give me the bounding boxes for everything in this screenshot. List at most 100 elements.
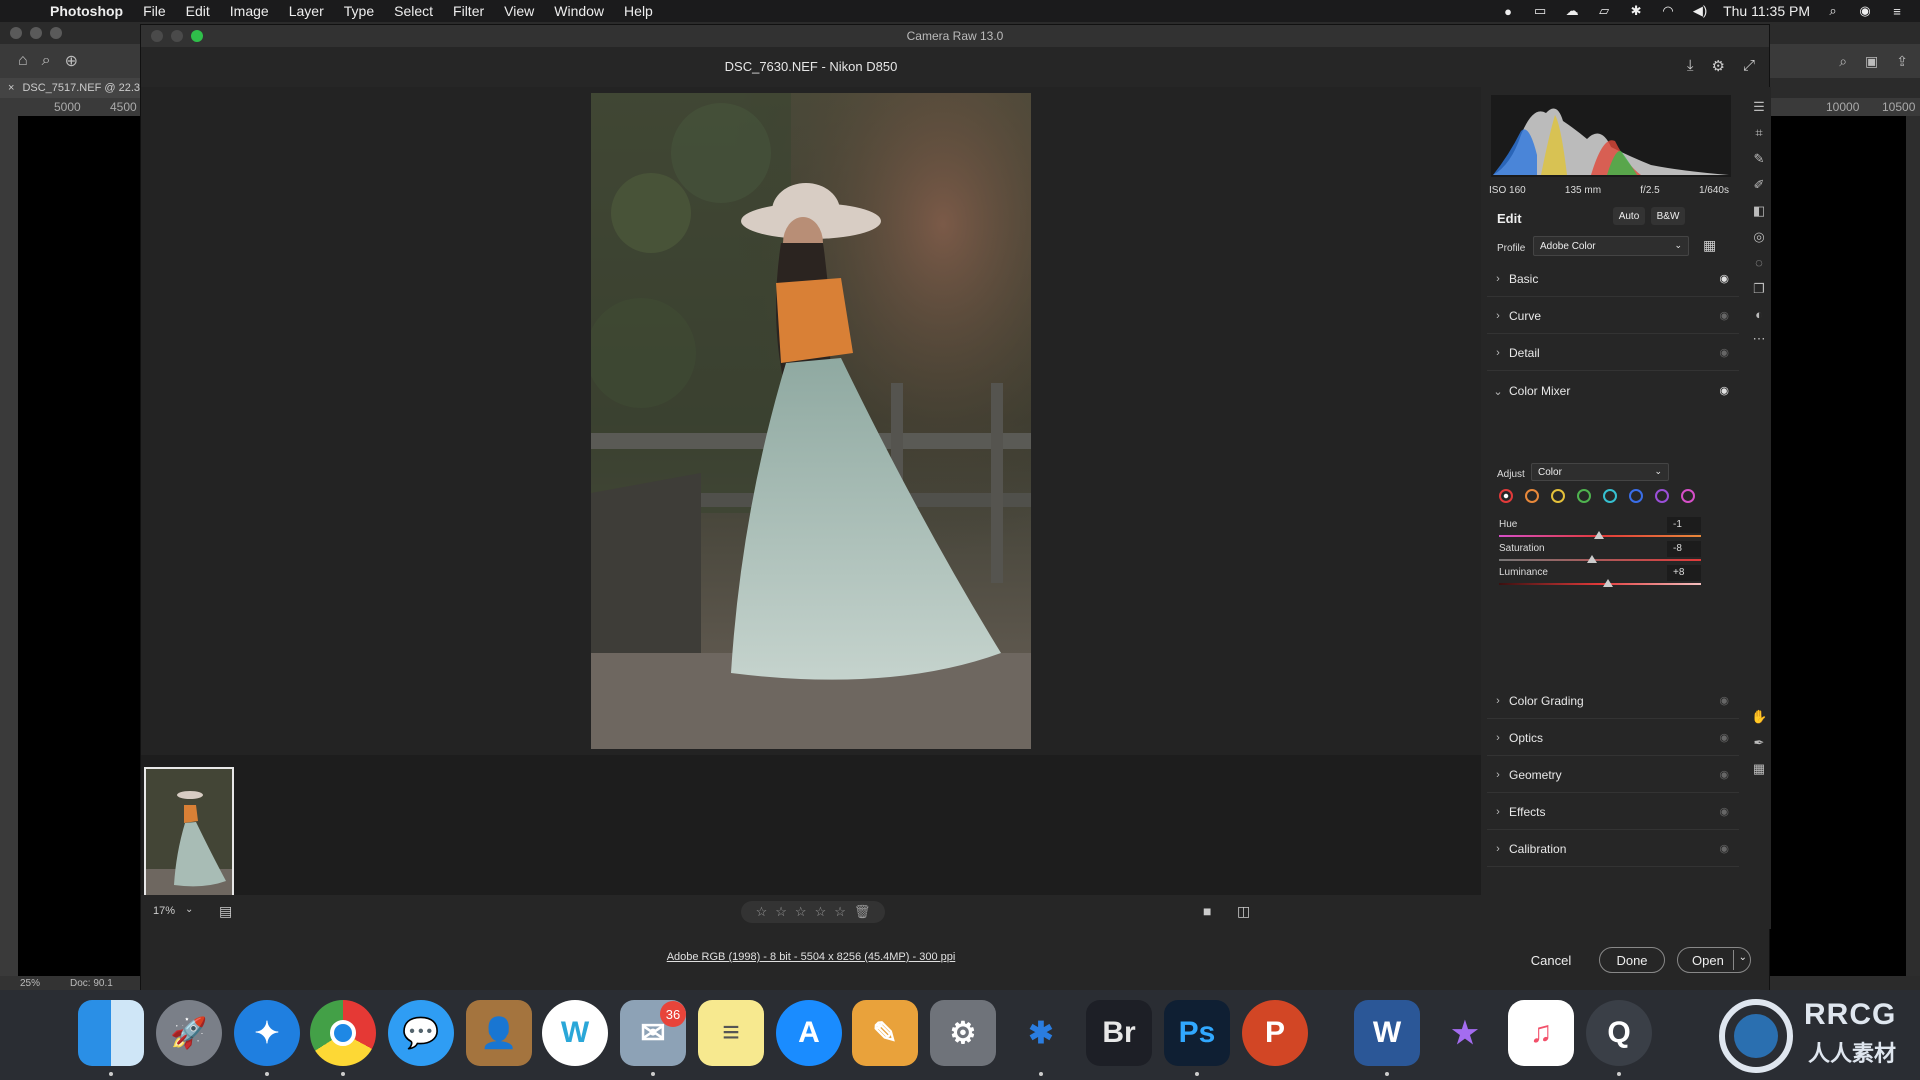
more-icon[interactable]: ⋯ bbox=[1751, 331, 1767, 347]
star-icon[interactable]: ☆ bbox=[834, 904, 846, 920]
menu-filter[interactable]: Filter bbox=[443, 3, 494, 19]
color-swatch[interactable] bbox=[1551, 489, 1565, 503]
red-eye-icon[interactable]: ◌ bbox=[1751, 255, 1767, 271]
slider-track[interactable] bbox=[1499, 583, 1701, 585]
panel-scrollbar[interactable] bbox=[1906, 116, 1920, 976]
black-white-button[interactable]: B&W bbox=[1651, 207, 1685, 225]
healing-icon[interactable]: ✎ bbox=[1751, 151, 1767, 167]
auto-button[interactable]: Auto bbox=[1613, 207, 1645, 225]
share-icon[interactable]: ⇪ bbox=[1896, 53, 1908, 70]
workflow-options-link[interactable]: Adobe RGB (1998) - 8 bit - 5504 x 8256 (… bbox=[141, 951, 1481, 963]
bluetooth-icon[interactable]: ✱ bbox=[1627, 3, 1645, 18]
snapshots-icon[interactable]: ❐ bbox=[1751, 281, 1767, 297]
minimize-window-button[interactable] bbox=[30, 27, 42, 39]
music-icon[interactable]: ♫ bbox=[1508, 1000, 1574, 1066]
edit-sliders-icon[interactable]: ☰ bbox=[1751, 99, 1767, 115]
spotlight-icon[interactable]: ⌕ bbox=[1824, 3, 1842, 18]
menu-help[interactable]: Help bbox=[614, 3, 663, 19]
photoshop-icon[interactable]: Ps bbox=[1164, 1000, 1230, 1066]
eye-icon[interactable]: ◉ bbox=[1719, 384, 1729, 397]
star-icon[interactable]: ☆ bbox=[795, 904, 807, 920]
slider-thumb[interactable] bbox=[1603, 579, 1614, 587]
eye-icon[interactable]: ◉ bbox=[1719, 731, 1729, 744]
image-preview[interactable] bbox=[141, 87, 1481, 755]
section-detail[interactable]: › Detail ◉ bbox=[1487, 335, 1739, 371]
menu-type[interactable]: Type bbox=[334, 3, 384, 19]
eye-icon[interactable]: ◉ bbox=[1719, 805, 1729, 818]
section-color-mixer[interactable]: ⌄ Color Mixer ◉ bbox=[1487, 373, 1739, 409]
before-after-view-icon[interactable]: ◫ bbox=[1237, 903, 1250, 920]
slider-track[interactable] bbox=[1499, 559, 1701, 561]
color-swatch[interactable] bbox=[1603, 489, 1617, 503]
profile-browser-icon[interactable]: ▦ bbox=[1703, 237, 1716, 254]
star-icon[interactable]: ☆ bbox=[756, 904, 768, 920]
eye-icon[interactable]: ◉ bbox=[1719, 309, 1729, 322]
section-curve[interactable]: › Curve ◉ bbox=[1487, 298, 1739, 334]
grid-overlay-icon[interactable]: ▦ bbox=[1751, 761, 1767, 777]
bridge-icon[interactable]: Br bbox=[1086, 1000, 1152, 1066]
star-icon[interactable]: ☆ bbox=[775, 904, 787, 920]
contacts-icon[interactable]: 👤 bbox=[466, 1000, 532, 1066]
workspace-icon[interactable]: ▣ bbox=[1865, 53, 1878, 70]
quicktime-icon[interactable]: Q bbox=[1586, 1000, 1652, 1066]
star-icon[interactable]: ☆ bbox=[815, 904, 827, 920]
wunderlist-icon[interactable]: W bbox=[542, 1000, 608, 1066]
messages-icon[interactable]: 💬 bbox=[388, 1000, 454, 1066]
cancel-button[interactable]: Cancel bbox=[1521, 947, 1581, 973]
slider-thumb[interactable] bbox=[1586, 555, 1597, 563]
chevron-down-icon[interactable]: ⌄ bbox=[185, 904, 193, 915]
section-color-grading[interactable]: › Color Grading ◉ bbox=[1487, 683, 1739, 719]
canvas-area[interactable] bbox=[18, 116, 140, 976]
section-effects[interactable]: › Effects ◉ bbox=[1487, 794, 1739, 830]
menu-file[interactable]: File bbox=[133, 3, 176, 19]
word-icon[interactable]: W bbox=[1354, 1000, 1420, 1066]
section-basic[interactable]: › Basic ◉ bbox=[1487, 261, 1739, 297]
radial-filter-icon[interactable]: ◎ bbox=[1751, 229, 1767, 245]
crop-icon[interactable]: ⌗ bbox=[1751, 125, 1767, 141]
menu-select[interactable]: Select bbox=[384, 3, 443, 19]
color-swatch[interactable] bbox=[1629, 489, 1643, 503]
volume-icon[interactable]: ◀) bbox=[1691, 3, 1709, 18]
display-icon[interactable]: ▭ bbox=[1531, 3, 1549, 18]
eye-icon[interactable]: ◉ bbox=[1719, 272, 1729, 285]
hand-icon[interactable]: ✋ bbox=[1751, 709, 1767, 725]
color-swatch[interactable] bbox=[1681, 489, 1695, 503]
menu-view[interactable]: View bbox=[494, 3, 544, 19]
wifi-icon[interactable]: ◠ bbox=[1659, 3, 1677, 18]
slider-value-input[interactable]: -8 bbox=[1667, 541, 1701, 557]
color-swatch[interactable] bbox=[1525, 489, 1539, 503]
eye-icon[interactable]: ◉ bbox=[1719, 842, 1729, 855]
save-image-icon[interactable]: ⤓ bbox=[1687, 57, 1694, 75]
document-tab[interactable]: × DSC_7517.NEF @ 22.3 bbox=[0, 78, 140, 98]
launchpad-icon[interactable]: 🚀 bbox=[156, 1000, 222, 1066]
imovie-icon[interactable]: ★ bbox=[1432, 1000, 1498, 1066]
filmstrip-thumbnail[interactable] bbox=[144, 767, 234, 903]
open-button[interactable]: Open ⌄ bbox=[1677, 947, 1751, 973]
chevron-down-icon[interactable]: ⌄ bbox=[1739, 952, 1747, 963]
zoom-window-button[interactable] bbox=[50, 27, 62, 39]
slider-value-input[interactable]: +8 bbox=[1667, 565, 1701, 581]
color-sampler-icon[interactable]: ✒ bbox=[1751, 735, 1767, 751]
presets-icon[interactable]: ◐ bbox=[1751, 307, 1767, 323]
search-icon[interactable]: ⌕ bbox=[1839, 53, 1847, 70]
menu-layer[interactable]: Layer bbox=[279, 3, 334, 19]
record-icon[interactable]: ● bbox=[1499, 4, 1517, 19]
color-swatch[interactable] bbox=[1499, 489, 1513, 503]
control-center-icon[interactable]: ≡ bbox=[1888, 4, 1906, 19]
done-button[interactable]: Done bbox=[1599, 947, 1665, 973]
powerpoint-icon[interactable]: P bbox=[1242, 1000, 1308, 1066]
star-rating[interactable]: ☆ ☆ ☆ ☆ ☆ 🗑 bbox=[741, 901, 885, 923]
creative-cloud-icon[interactable]: ☁ bbox=[1563, 3, 1581, 18]
finder-icon[interactable] bbox=[78, 1000, 144, 1066]
eye-icon[interactable]: ◉ bbox=[1719, 768, 1729, 781]
eye-icon[interactable]: ◉ bbox=[1719, 694, 1729, 707]
close-window-button[interactable] bbox=[10, 27, 22, 39]
trash-icon[interactable]: 🗑 bbox=[854, 904, 871, 920]
adjust-select[interactable]: Color ⌄ bbox=[1531, 463, 1669, 481]
menu-edit[interactable]: Edit bbox=[176, 3, 220, 19]
system-preferences-icon[interactable]: ⚙ bbox=[930, 1000, 996, 1066]
profile-select[interactable]: Adobe Color ⌄ bbox=[1533, 236, 1689, 256]
siri-icon[interactable]: ◉ bbox=[1856, 3, 1874, 18]
filmstrip-toggle-icon[interactable]: ▤ bbox=[219, 903, 232, 920]
settings-gear-icon[interactable]: ⚙ bbox=[1712, 57, 1725, 75]
